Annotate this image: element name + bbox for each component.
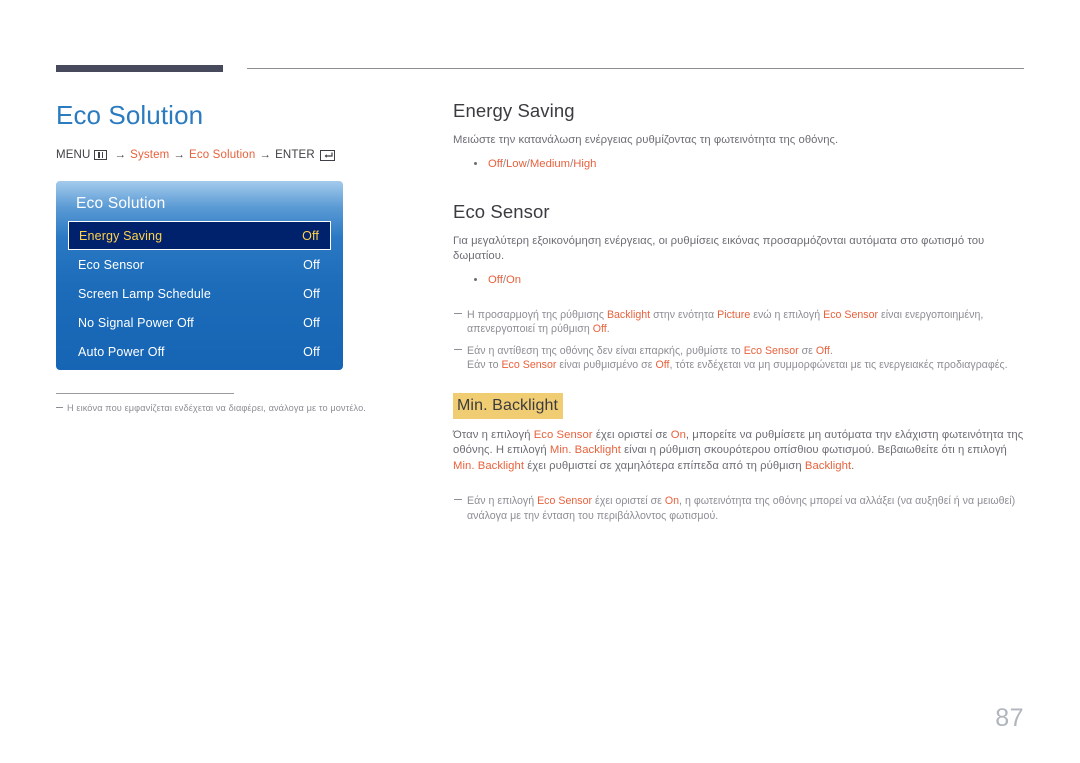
note-text: Η προσαρμογή της ρύθμισης	[467, 308, 607, 321]
right-column: Energy Saving Μειώστε την κατανάλωση ενέ…	[453, 98, 1026, 523]
osd-row-screen-lamp-schedule[interactable]: Screen Lamp Schedule Off	[68, 279, 331, 308]
menu-grid-icon	[94, 150, 108, 160]
note-text: Εάν η αντίθεση της οθόνης δεν είναι επαρ…	[467, 344, 744, 357]
term-eco-sensor: Eco Sensor	[533, 428, 593, 441]
list-item: Off/Low/Medium/High	[453, 156, 1026, 172]
osd-row-auto-power-off[interactable]: Auto Power Off Off	[68, 337, 331, 366]
note-text: Εάν το	[467, 359, 502, 371]
section-heading-eco-sensor: Eco Sensor	[453, 200, 550, 222]
note-text: .	[829, 344, 833, 357]
header-rule-light	[247, 68, 1024, 69]
osd-row-no-signal-power-off[interactable]: No Signal Power Off Off	[68, 308, 331, 337]
osd-row-value: Off	[303, 344, 320, 359]
osd-row-label: Energy Saving	[79, 228, 163, 243]
option-low: Low	[506, 157, 527, 170]
enter-label: ENTER	[275, 149, 315, 161]
menu-breadcrumb: MENU → System → Eco Solution → ENTER	[56, 149, 416, 161]
osd-row-label: Screen Lamp Schedule	[78, 286, 211, 301]
breadcrumb-item-system: System	[130, 149, 170, 161]
note-text: .	[606, 323, 610, 335]
section-heading-energy-saving: Energy Saving	[453, 100, 575, 121]
min-backlight-paragraph: Όταν η επιλογή Eco Sensor έχει οριστεί σ…	[453, 428, 1026, 475]
breadcrumb-item-eco-solution: Eco Solution	[189, 149, 256, 161]
note-text: Εάν η επιλογή	[467, 495, 538, 507]
option-high: High	[573, 157, 597, 170]
term-min-backlight: Min. Backlight	[549, 444, 621, 456]
energy-saving-paragraph: Μειώστε την κατανάλωση ενέργειας ρυθμίζο…	[453, 134, 839, 146]
note-term-eco-sensor: Eco Sensor	[501, 359, 557, 371]
note-term-off: Off	[815, 344, 830, 357]
note-text: έχει οριστεί σε	[592, 495, 665, 507]
paragraph-text: έχει οριστεί σε	[592, 428, 671, 441]
option-medium: Medium	[529, 157, 571, 170]
paragraph-text: είναι η ρύθμιση σκουρότερου οπίσθιου φωτ…	[620, 444, 1007, 456]
header-rule-dark	[56, 65, 223, 72]
footnote: Η εικόνα που εμφανίζεται ενδέχεται να δι…	[56, 403, 416, 413]
eco-sensor-paragraph: Για μεγαλύτερη εξοικονόμηση ενέργειας, ο…	[453, 234, 985, 263]
option-off: Off	[488, 157, 503, 170]
osd-row-value: Off	[302, 228, 319, 243]
paragraph-text: .	[851, 459, 855, 472]
enter-return-icon	[319, 149, 335, 161]
osd-row-value: Off	[303, 315, 320, 330]
list-item: Off/On	[453, 272, 1026, 288]
note-text: είναι ρυθμισμένο σε	[556, 359, 656, 371]
section-heading-min-backlight: Min. Backlight	[453, 392, 563, 419]
note-term-off: Off	[655, 359, 670, 371]
footnote-dash-icon	[56, 407, 63, 408]
min-backlight-note: Εάν η επιλογή Eco Sensor έχει οριστεί σε…	[453, 494, 1026, 523]
osd-row-value: Off	[303, 257, 320, 272]
note-text: σε	[798, 344, 816, 357]
osd-row-label: Auto Power Off	[78, 344, 165, 359]
term-min-backlight: Min. Backlight	[453, 459, 525, 472]
term-backlight: Backlight	[804, 459, 852, 472]
note-text: ενώ η επιλογή	[750, 308, 824, 321]
page-number: 87	[995, 704, 1024, 732]
note-term-picture: Picture	[717, 308, 751, 321]
paragraph-text: Όταν η επιλογή	[453, 428, 534, 441]
osd-row-eco-sensor[interactable]: Eco Sensor Off	[68, 250, 331, 279]
breadcrumb-arrow-1: →	[114, 149, 127, 161]
term-on: On	[670, 428, 686, 441]
note-text: , τότε ενδέχεται να μη συμμορφώνεται με …	[669, 359, 1008, 371]
osd-title: Eco Solution	[76, 195, 166, 212]
osd-row-label: Eco Sensor	[78, 257, 145, 272]
note-text: στην ενότητα	[650, 308, 718, 321]
eco-sensor-note-2: Εάν η αντίθεση της οθόνης δεν είναι επαρ…	[453, 344, 1026, 373]
energy-saving-options-list: Off/Low/Medium/High	[453, 156, 1026, 172]
osd-row-energy-saving[interactable]: Energy Saving Off	[68, 221, 331, 250]
footnote-divider	[56, 393, 234, 394]
page-title: Eco Solution	[56, 100, 204, 130]
osd-row-value: Off	[303, 286, 320, 301]
note-term-eco-sensor: Eco Sensor	[823, 308, 879, 321]
eco-sensor-options-list: Off/On	[453, 272, 1026, 288]
breadcrumb-arrow-2: →	[173, 149, 186, 161]
left-column: Eco Solution MENU → System → Eco Solutio…	[56, 98, 416, 413]
option-on: On	[506, 273, 522, 286]
osd-menu-panel: Eco Solution Energy Saving Off Eco Senso…	[56, 181, 343, 370]
osd-row-label: No Signal Power Off	[78, 315, 194, 330]
menu-label: MENU	[56, 149, 91, 161]
paragraph-text: έχει ρυθμιστεί σε χαμηλότερα επίπεδα από…	[524, 459, 805, 472]
osd-row-list: Energy Saving Off Eco Sensor Off Screen …	[56, 221, 343, 366]
note-term-on: On	[664, 495, 680, 507]
note-term-off: Off	[592, 323, 607, 335]
eco-sensor-note-1: Η προσαρμογή της ρύθμισης Backlight στην…	[453, 308, 1026, 337]
note-term-backlight: Backlight	[606, 308, 651, 321]
note-term-eco-sensor: Eco Sensor	[743, 344, 799, 357]
min-backlight-heading-wrap: Min. Backlight	[453, 392, 1026, 419]
option-off: Off	[488, 273, 503, 286]
footnote-text: Η εικόνα που εμφανίζεται ενδέχεται να δι…	[67, 403, 366, 413]
breadcrumb-arrow-3: →	[259, 149, 272, 161]
note-term-eco-sensor: Eco Sensor	[537, 495, 593, 507]
